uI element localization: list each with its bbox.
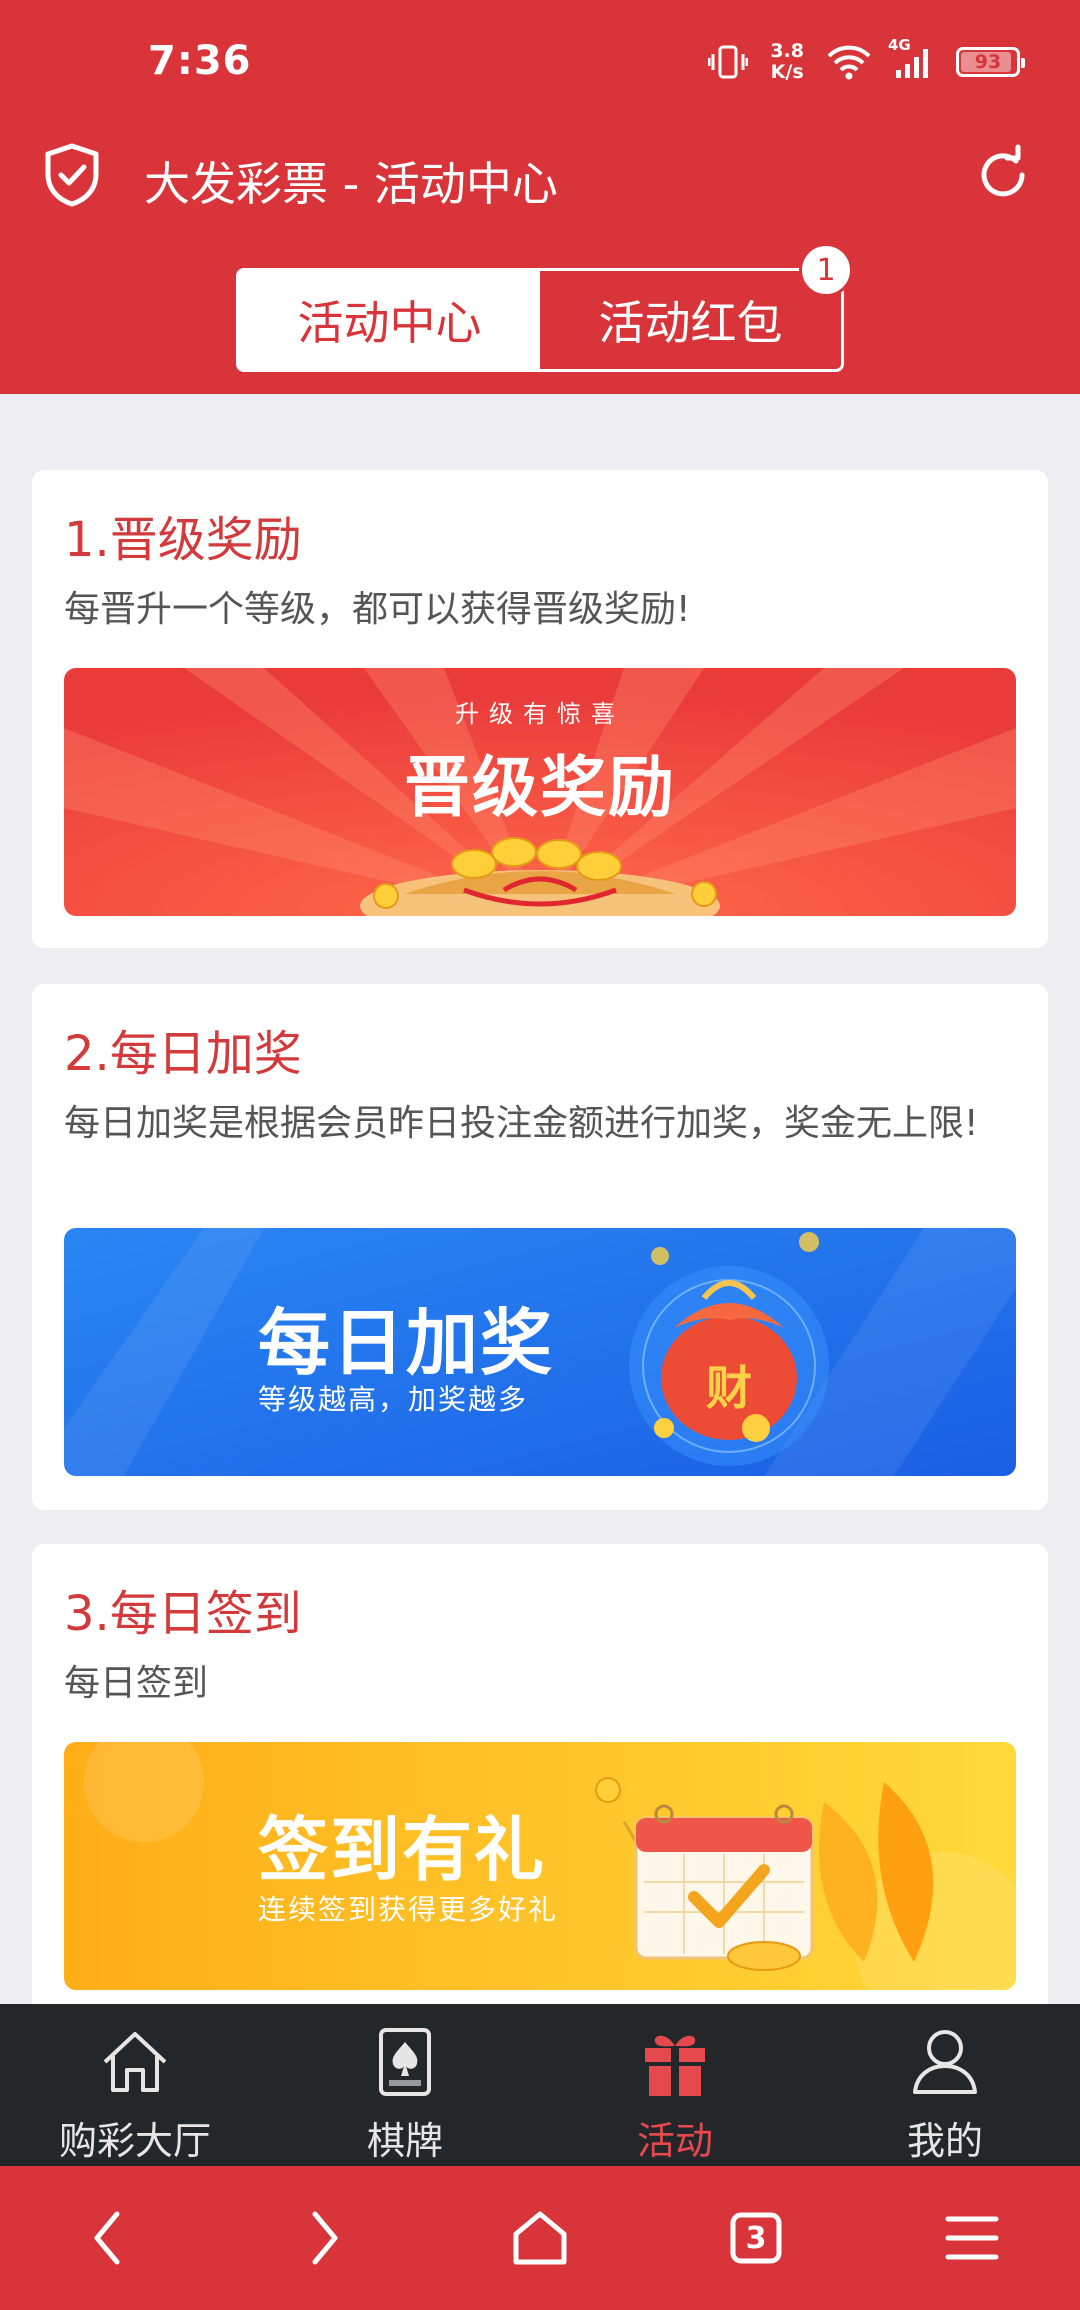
battery-icon: 93: [956, 47, 1025, 77]
nav-item-lobby[interactable]: 购彩大厅: [0, 2004, 270, 2166]
page-title: 大发彩票 - 活动中心: [144, 157, 558, 211]
chevron-right-icon: [312, 2211, 338, 2265]
activity-title: 2.每日加奖: [64, 1026, 302, 1082]
nav-label: 活动: [636, 2119, 713, 2163]
notification-badge: 1: [799, 243, 853, 297]
activity-description: 每日加奖是根据会员昨日投注金额进行加奖，奖金无上限!: [64, 1103, 979, 1144]
wifi-icon: [827, 45, 871, 80]
banner-subtitle: 等级越高，加奖越多: [258, 1383, 529, 1416]
tab-red-packet-label: 活动红包: [598, 296, 783, 350]
daily-bonus-banner[interactable]: 财 每日加奖 等级越高，加奖越多: [64, 1228, 1016, 1476]
status-icons: 3.8 K/s 4G 93: [708, 34, 1025, 90]
nav-item-activity[interactable]: 活动: [540, 2004, 810, 2166]
tab-activity-center[interactable]: 活动中心: [239, 271, 540, 369]
status-time: 7:36: [148, 38, 252, 84]
network-type: 4G: [888, 36, 911, 54]
activity-card-daily-bonus[interactable]: 2.每日加奖 每日加奖是根据会员昨日投注金额进行加奖，奖金无上限! 财 每日加奖…: [32, 984, 1048, 1510]
activity-card-upgrade[interactable]: 1.晋级奖励 每晋升一个等级，都可以获得晋级奖励! 升级有惊喜 晋级奖励: [32, 470, 1048, 948]
home-icon: [103, 2032, 167, 2092]
wealth-character: 财: [706, 1361, 752, 1415]
tab-count: 3: [745, 2220, 767, 2256]
banner-subtitle: 连续签到获得更多好礼: [258, 1893, 559, 1926]
tab-switcher: 活动中心 活动红包 1: [236, 243, 853, 372]
nav-item-chess[interactable]: 棋牌: [270, 2004, 540, 2166]
shield-check-icon[interactable]: [42, 142, 102, 208]
activity-title: 1.晋级奖励: [64, 512, 302, 568]
banner-heading: 晋级奖励: [404, 749, 676, 826]
nav-label: 我的: [906, 2119, 983, 2163]
nav-label: 棋牌: [366, 2119, 443, 2163]
upgrade-reward-banner[interactable]: 升级有惊喜 晋级奖励: [64, 668, 1016, 916]
refresh-icon[interactable]: [972, 144, 1034, 206]
checkin-gift-banner[interactable]: 签到有礼 连续签到获得更多好礼: [64, 1742, 1016, 1990]
forward-button[interactable]: [284, 2198, 364, 2278]
activity-description: 每日签到: [64, 1663, 209, 1704]
gift-icon: [645, 2035, 705, 2096]
cell-signal: 4G: [888, 36, 934, 80]
banner-heading: 签到有礼: [258, 1809, 546, 1891]
nav-item-mine[interactable]: 我的: [810, 2004, 1080, 2166]
tabs-button[interactable]: 3: [716, 2198, 796, 2278]
tab-red-packet[interactable]: 活动红包 1: [540, 243, 853, 369]
browser-toolbar: 3: [0, 2166, 1080, 2310]
net-speed: 3.8 K/s: [770, 41, 804, 83]
activity-description: 每晋升一个等级，都可以获得晋级奖励!: [64, 589, 691, 630]
activity-card-daily-checkin[interactable]: 3.每日签到 每日签到 签到有礼 连续签到获得更多好礼: [32, 1544, 1048, 2014]
banner-heading: 每日加奖: [258, 1301, 555, 1385]
house-icon: [513, 2211, 567, 2265]
net-speed-value: 3.8: [770, 40, 804, 62]
net-speed-unit: K/s: [770, 61, 804, 83]
menu-button[interactable]: [932, 2198, 1012, 2278]
hamburger-menu-icon: [945, 2216, 999, 2260]
home-button[interactable]: [500, 2198, 580, 2278]
user-icon: [913, 2030, 977, 2094]
nav-label: 购彩大厅: [58, 2119, 211, 2163]
back-button[interactable]: [68, 2198, 148, 2278]
vibrate-icon: [708, 45, 749, 79]
chevron-left-icon: [94, 2211, 120, 2265]
activity-title: 3.每日签到: [64, 1586, 302, 1642]
header: 7:36 3.8 K/s 4G 93 大发彩票 - 活动中心 活动中心 活动红包…: [0, 0, 1080, 394]
app-bar: 大发彩票 - 活动中心: [0, 130, 1080, 220]
battery-text: 93: [974, 51, 1002, 73]
bottom-nav: 购彩大厅 棋牌 活动 我的: [0, 2004, 1080, 2166]
banner-tagline: 升级有惊喜: [455, 700, 625, 728]
status-bar: 7:36 3.8 K/s 4G 93: [0, 0, 1080, 120]
card-spade-icon: [379, 2028, 431, 2096]
